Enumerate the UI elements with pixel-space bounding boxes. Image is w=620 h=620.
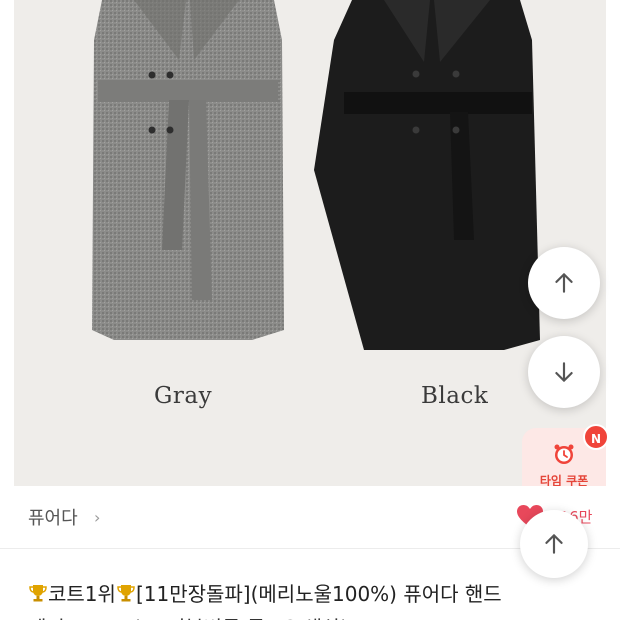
brand-name-link[interactable]: 퓨어다 [28,504,78,530]
scroll-top-button[interactable] [520,510,588,578]
arrow-up-icon [545,534,563,554]
trophy-icon [29,585,47,602]
product-title-line-2: 메이드 코트 (… 더블버튼 롱 / 3 색상) [28,612,348,620]
arrow-up-icon [555,273,573,293]
coat-illustration [92,0,540,350]
color-label-black: Black [421,383,489,409]
title-text: [11만장돌파](메리노울100%) 퓨어다 핸드 [135,582,502,606]
product-detail-page: Gray Black 타임 쿠폰 N 퓨어다 › 116만 [0,0,620,620]
chevron-right-icon: › [94,508,101,527]
arrow-down-icon [555,362,573,382]
gray-coat [92,0,284,340]
new-badge: N [583,424,609,450]
black-coat [314,0,540,350]
alarm-clock-icon [554,444,574,464]
product-title-line-1: 코트1위 [11만장돌파](메리노울100%) 퓨어다 핸드 [28,578,502,607]
scroll-up-button[interactable] [528,247,600,319]
trophy-icon [117,585,135,602]
color-label-gray: Gray [154,383,213,409]
product-image[interactable]: Gray Black [14,0,606,486]
scroll-down-button[interactable] [528,336,600,408]
badge-text: 코트1위 [48,582,116,606]
